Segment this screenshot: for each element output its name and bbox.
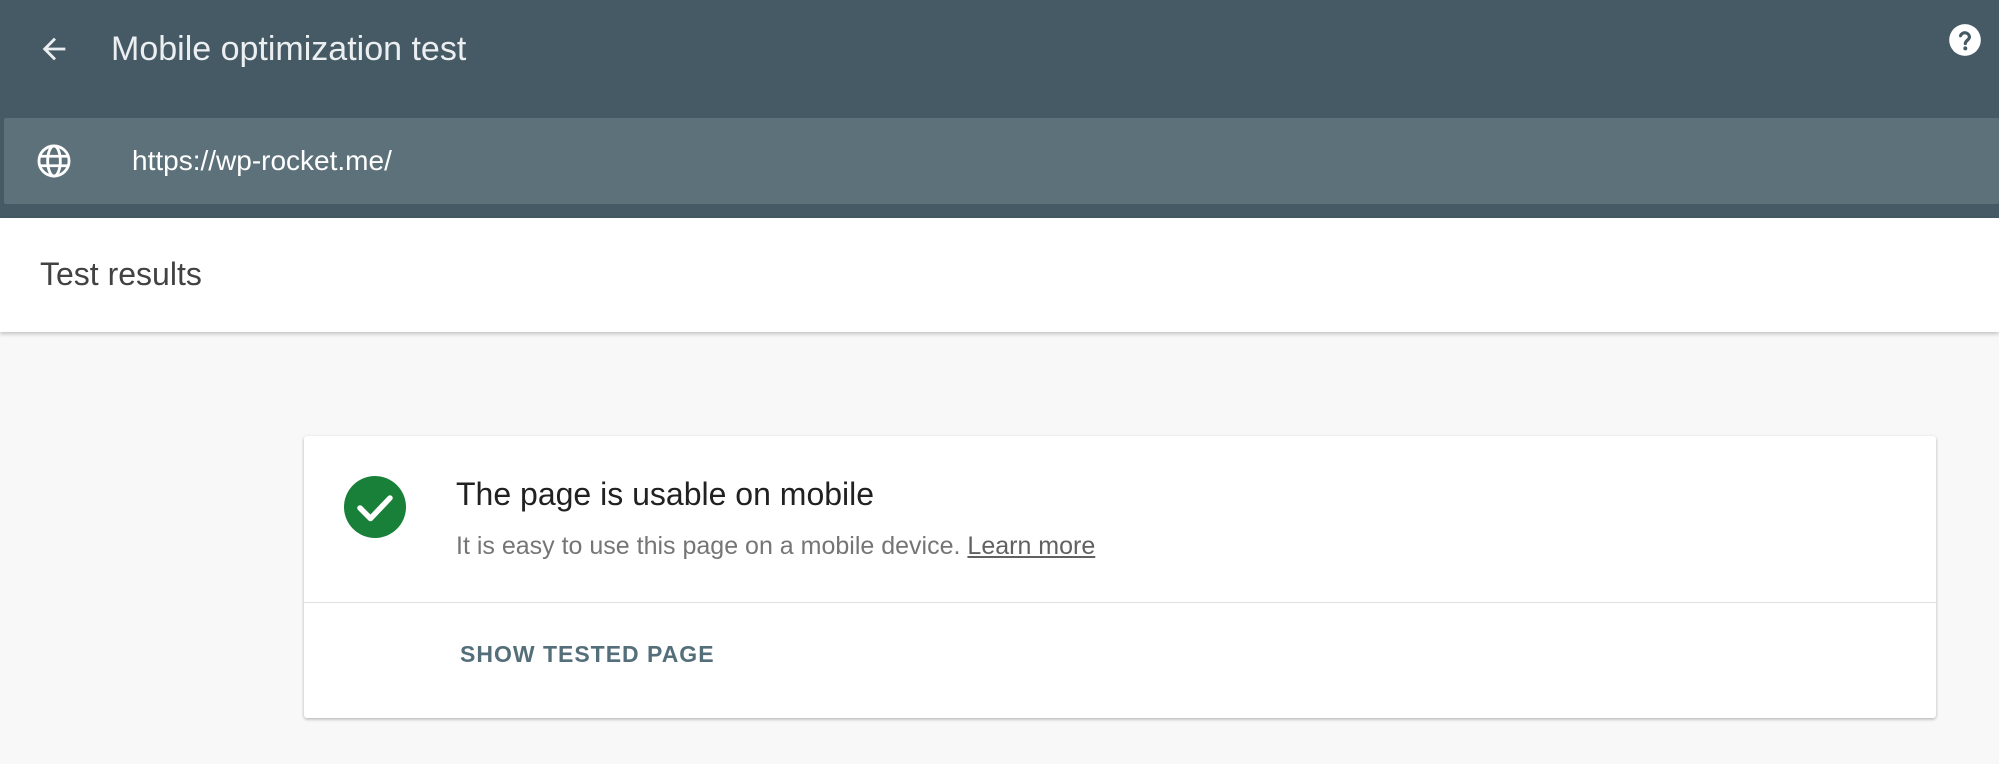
- url-input[interactable]: [132, 136, 1732, 186]
- results-header: Test results: [0, 218, 1999, 332]
- check-circle-icon: [344, 476, 406, 538]
- description-text: It is easy to use this page on a mobile …: [456, 532, 961, 560]
- app-header: Mobile optimization test: [0, 0, 1999, 218]
- show-tested-page-button[interactable]: SHOW TESTED PAGE: [446, 626, 729, 682]
- verdict-description: It is easy to use this page on a mobile …: [456, 528, 1095, 564]
- arrow-left-icon: [42, 37, 66, 61]
- url-bar: [4, 118, 1999, 204]
- globe-icon: [37, 144, 71, 178]
- learn-more-link[interactable]: Learn more: [967, 532, 1095, 560]
- back-button[interactable]: [28, 23, 80, 75]
- page-title: Mobile optimization test: [111, 30, 467, 68]
- help-circle-icon: [1949, 24, 1981, 56]
- verdict-card: The page is usable on mobile It is easy …: [304, 436, 1936, 718]
- card-divider: [304, 602, 1936, 603]
- verdict-heading: The page is usable on mobile: [456, 476, 875, 512]
- results-title: Test results: [40, 256, 202, 292]
- help-button[interactable]: [1943, 18, 1987, 62]
